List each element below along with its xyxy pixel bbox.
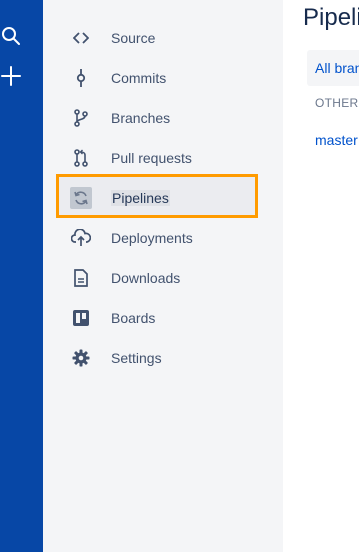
sidebar-item-label: Boards <box>111 310 156 326</box>
global-nav <box>0 0 43 552</box>
cloud-upload-icon <box>61 222 101 254</box>
branch-filter-label: All bran <box>315 60 359 76</box>
plus-icon[interactable] <box>0 65 22 87</box>
sidebar-item-pull-requests[interactable]: Pull requests <box>61 142 261 174</box>
branch-filter[interactable]: All bran <box>307 50 359 86</box>
sidebar-item-label: Deployments <box>111 230 193 246</box>
sidebar-item-label: Branches <box>111 110 171 126</box>
branch-group-label: OTHER <box>315 96 359 110</box>
sidebar-item-branches[interactable]: Branches <box>61 102 261 134</box>
board-icon <box>61 302 101 334</box>
sidebar-item-label: Pull requests <box>111 150 192 166</box>
sidebar-item-label: Pipelines <box>111 190 170 206</box>
sidebar-item-commits[interactable]: Commits <box>61 62 261 94</box>
sidebar-item-label: Settings <box>111 350 162 366</box>
sidebar-item-source[interactable]: Source <box>61 22 261 54</box>
pull-request-icon <box>61 142 101 174</box>
sidebar-item-boards[interactable]: Boards <box>61 302 261 334</box>
commit-icon <box>61 62 101 94</box>
code-icon <box>61 22 101 54</box>
document-icon <box>61 262 101 294</box>
sidebar: Source Commits Branches Pull requests Pi… <box>43 0 283 552</box>
sidebar-item-label: Commits <box>111 70 167 86</box>
branch-icon <box>61 102 101 134</box>
refresh-icon <box>61 182 101 214</box>
page-title: Pipeli <box>303 4 359 31</box>
sidebar-item-downloads[interactable]: Downloads <box>61 262 261 294</box>
gear-icon <box>61 342 101 374</box>
sidebar-item-label: Downloads <box>111 270 181 286</box>
sidebar-item-pipelines[interactable]: Pipelines <box>61 182 261 214</box>
sidebar-item-settings[interactable]: Settings <box>61 342 261 374</box>
search-icon[interactable] <box>0 25 22 47</box>
sidebar-item-deployments[interactable]: Deployments <box>61 222 261 254</box>
main-content: Pipeli All bran OTHER master <box>283 0 359 552</box>
branch-link-master[interactable]: master <box>315 132 358 148</box>
sidebar-item-label: Source <box>111 30 156 46</box>
